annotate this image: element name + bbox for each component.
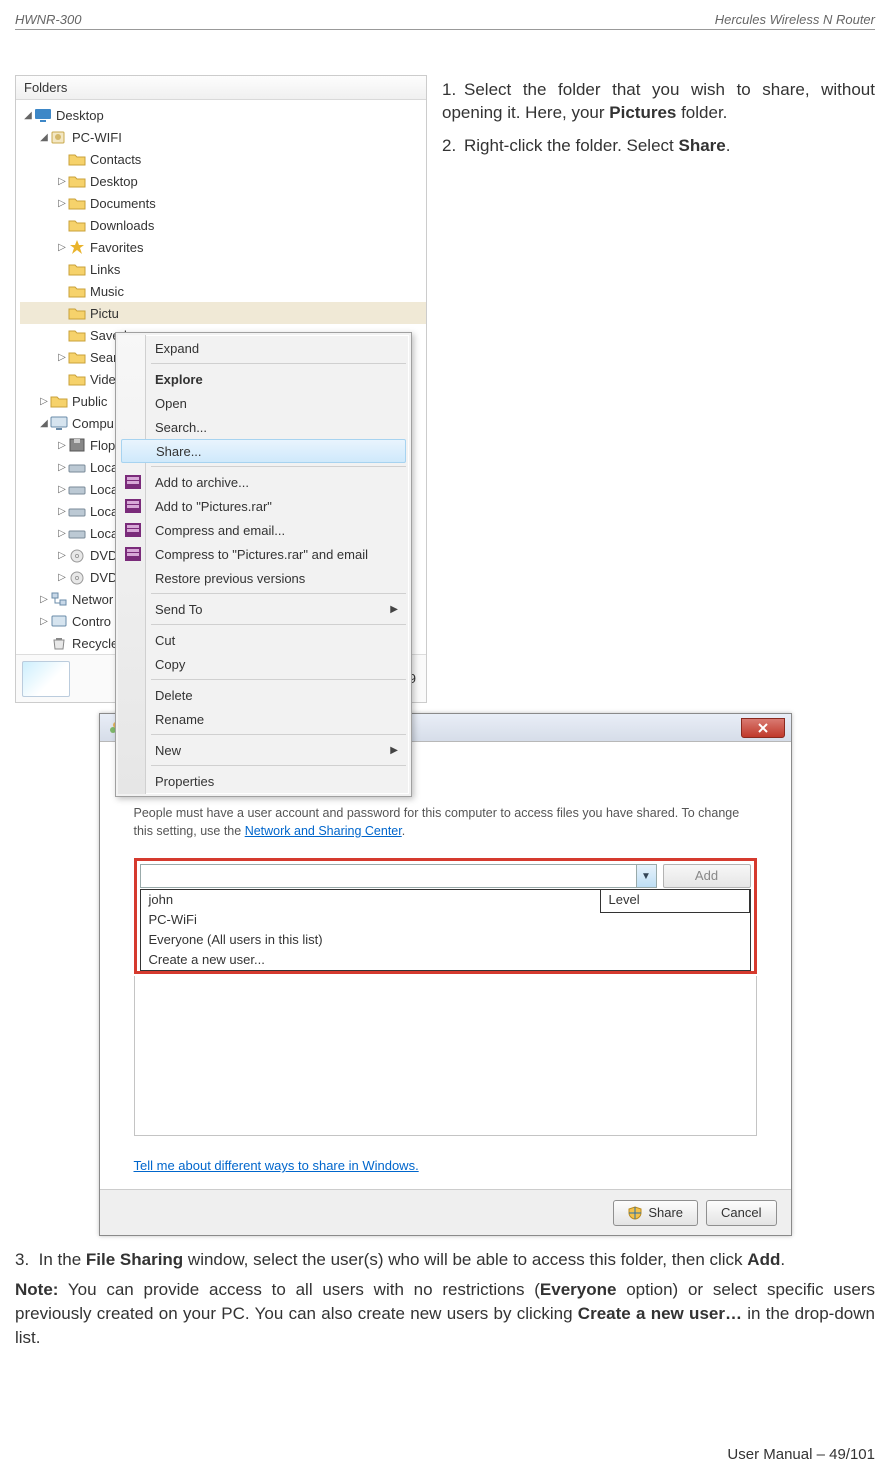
page-footer: User Manual – 49/101: [727, 1446, 875, 1463]
ctx-expand[interactable]: Expand: [119, 336, 408, 360]
ctx-add-pictures-rar[interactable]: Add to "Pictures.rar": [119, 494, 408, 518]
ctx-open[interactable]: Open: [119, 391, 408, 415]
share-list: [134, 976, 757, 1136]
tree-pcwifi[interactable]: ◢PC-WIFI: [20, 126, 426, 148]
instructions: 1.Select the folder that you wish to sha…: [442, 75, 875, 703]
header-left: HWNR-300: [15, 12, 81, 27]
tree-pictures[interactable]: Pictu: [20, 302, 426, 324]
tree-label: Downloads: [90, 218, 154, 233]
ctx-copy[interactable]: Copy: [119, 652, 408, 676]
tree-label: Pictu: [90, 306, 119, 321]
highlight-box: ▼ Add Level john PC-WiFi Everyone (All u…: [134, 858, 757, 974]
page-header: HWNR-300 Hercules Wireless N Router: [15, 12, 875, 30]
rar-icon: [125, 522, 141, 538]
tree-label: Public: [72, 394, 107, 409]
ctx-compress-pictures-email[interactable]: Compress to "Pictures.rar" and email: [119, 542, 408, 566]
share-button[interactable]: Share: [613, 1200, 698, 1226]
tree-links[interactable]: Links: [20, 258, 426, 280]
note-text: Note: You can provide access to all user…: [15, 1278, 875, 1349]
shield-icon: [628, 1206, 642, 1220]
tree-documents[interactable]: ▷Documents: [20, 192, 426, 214]
submenu-arrow-icon: ▶: [390, 604, 398, 615]
tree-label: Desktop: [56, 108, 104, 123]
folders-header: Folders: [16, 76, 426, 100]
ctx-cut[interactable]: Cut: [119, 628, 408, 652]
ctx-compress-email[interactable]: Compress and email...: [119, 518, 408, 542]
tree-label: Links: [90, 262, 120, 277]
option-everyone[interactable]: Everyone (All users in this list): [141, 930, 750, 950]
ctx-add-archive[interactable]: Add to archive...: [119, 470, 408, 494]
ctx-new[interactable]: New▶: [119, 738, 408, 762]
add-button[interactable]: Add: [663, 864, 751, 888]
ctx-search[interactable]: Search...: [119, 415, 408, 439]
ctx-sendto[interactable]: Send To▶: [119, 597, 408, 621]
context-menu: Expand Explore Open Search... Share... A…: [115, 332, 412, 797]
tree-label: Contacts: [90, 152, 141, 167]
option-create-new[interactable]: Create a new user...: [141, 950, 750, 970]
submenu-arrow-icon: ▶: [390, 745, 398, 756]
dialog-footer: Share Cancel: [100, 1189, 791, 1235]
tree-label: Recycle: [72, 636, 118, 651]
cancel-button[interactable]: Cancel: [706, 1200, 776, 1226]
ctx-rename[interactable]: Rename: [119, 707, 408, 731]
ctx-delete[interactable]: Delete: [119, 683, 408, 707]
tree-favorites[interactable]: ▷Favorites: [20, 236, 426, 258]
dropdown-button[interactable]: ▼: [636, 865, 656, 887]
dialog-description: People must have a user account and pass…: [134, 804, 757, 840]
tree-label: Music: [90, 284, 124, 299]
close-button[interactable]: [741, 718, 785, 738]
rar-icon: [125, 474, 141, 490]
ctx-properties[interactable]: Properties: [119, 769, 408, 793]
rar-icon: [125, 546, 141, 562]
instruction-3: 3. In the File Sharing window, select th…: [15, 1248, 875, 1272]
ctx-explore[interactable]: Explore: [119, 367, 408, 391]
ctx-restore[interactable]: Restore previous versions: [119, 566, 408, 590]
tree-label: Compu: [72, 416, 114, 431]
user-combobox[interactable]: ▼: [140, 864, 657, 888]
tree-label: Favorites: [90, 240, 143, 255]
tree-label: Desktop: [90, 174, 138, 189]
header-right: Hercules Wireless N Router: [715, 12, 875, 27]
tree-label: Documents: [90, 196, 156, 211]
bottom-text: 3. In the File Sharing window, select th…: [15, 1248, 875, 1349]
tree-desktop[interactable]: ◢Desktop: [20, 104, 426, 126]
user-dropdown-list: Level john PC-WiFi Everyone (All users i…: [140, 889, 751, 971]
help-link[interactable]: Tell me about different ways to share in…: [134, 1158, 419, 1173]
instruction-2: 2.Right-click the folder. Select Share.: [442, 135, 875, 158]
tree-label: Contro: [72, 614, 111, 629]
tree-downloads[interactable]: Downloads: [20, 214, 426, 236]
instruction-1: 1.Select the folder that you wish to sha…: [442, 79, 875, 125]
level-column-header: Level: [600, 889, 750, 913]
option-pcwifi[interactable]: PC-WiFi: [141, 910, 750, 930]
preview-thumb: [22, 661, 70, 697]
rar-icon: [125, 498, 141, 514]
ctx-share[interactable]: Share...: [121, 439, 406, 463]
tree-contacts[interactable]: Contacts: [20, 148, 426, 170]
tree-label: PC-WIFI: [72, 130, 122, 145]
tree-label: Networ: [72, 592, 113, 607]
tree-desktop2[interactable]: ▷Desktop: [20, 170, 426, 192]
tree-music[interactable]: Music: [20, 280, 426, 302]
network-sharing-link[interactable]: Network and Sharing Center: [245, 824, 402, 838]
